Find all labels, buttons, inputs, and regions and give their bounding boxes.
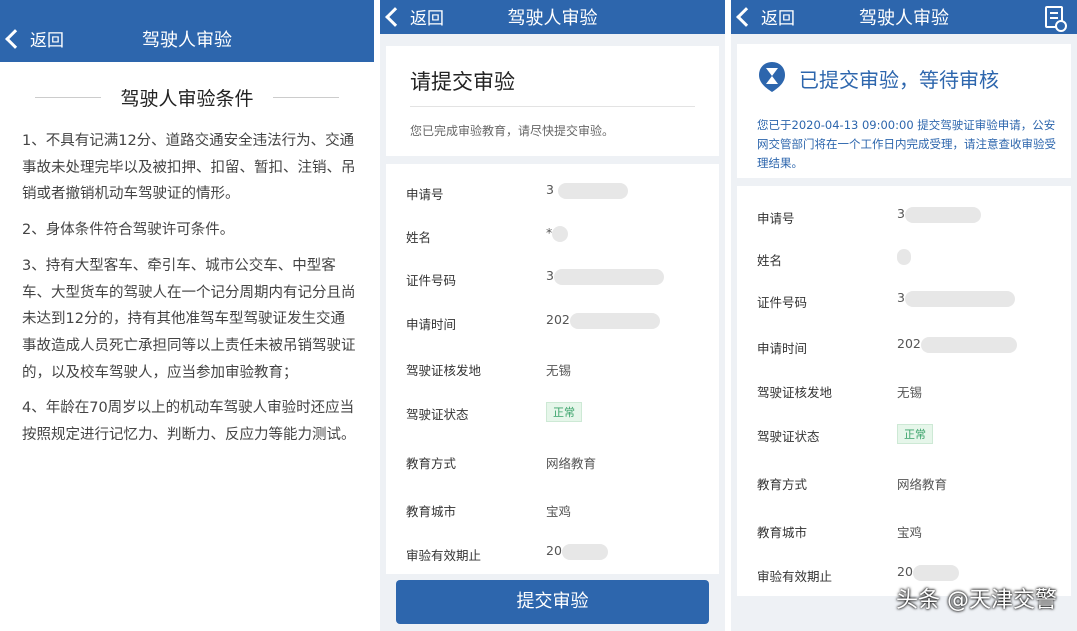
condition-item: 1、不具有记满12分、道路交通安全违法行为、交通事故未处理完毕以及被扣押、扣留、… [22, 133, 356, 203]
field-value-apply-time: 202 [546, 312, 660, 329]
field-value-education-method: 网络教育 [546, 456, 597, 471]
field-value-education-city: 宝鸡 [897, 525, 923, 540]
status-badge: 正常 [897, 424, 933, 444]
application-info-card: 申请号 3 姓名 证件号码 3 申请时间 202 驾驶证核发地 无锡 驾驶证状态… [737, 186, 1071, 596]
field-label: 驾驶证状态 [757, 429, 820, 444]
field-label: 申请号 [757, 211, 795, 226]
field-value-id-number: 3 [897, 290, 1015, 307]
pending-screen: 返回 驾驶人审验 已提交审验，等待审核 您已于2020-04-13 09:00:… [731, 0, 1077, 631]
divider [410, 106, 695, 107]
status-badge: 正常 [546, 402, 582, 422]
status-text: 您已于2020-04-13 09:00:00 提交驾驶证审验申请，公安网交管部门… [757, 118, 1056, 170]
submit-review-button[interactable]: 提交审验 [396, 580, 709, 624]
conditions-list: 1、不具有记满12分、道路交通安全违法行为、交通事故未处理完毕以及被扣押、扣留、… [22, 128, 356, 458]
page-title: 驾驶人审验 [859, 8, 949, 29]
field-label: 教育城市 [757, 525, 808, 540]
top-bar: 返回 驾驶人审验 [731, 0, 1077, 34]
document-search-icon[interactable] [1045, 6, 1067, 32]
field-value-application-number: 3 [546, 182, 628, 199]
field-value-issuing-place: 无锡 [546, 363, 572, 378]
condition-item: 2、身体条件符合驾驶许可条件。 [22, 222, 235, 239]
field-value-education-city: 宝鸡 [546, 504, 572, 519]
field-label: 申请号 [406, 187, 444, 202]
field-value-education-method: 网络教育 [897, 477, 948, 492]
field-value-application-number: 3 [897, 206, 981, 223]
submit-screen: 返回 驾驶人审验 请提交审验 您已完成审验教育，请尽快提交审验。 申请号 3 姓… [380, 0, 725, 631]
field-label: 审验有效期止 [757, 569, 833, 584]
field-value-issuing-place: 无锡 [897, 385, 923, 400]
submit-hint: 您已完成审验教育，请尽快提交审验。 [410, 124, 615, 138]
field-label: 教育城市 [406, 504, 457, 519]
field-label: 驾驶证核发地 [757, 385, 833, 400]
field-label: 证件号码 [757, 295, 808, 310]
page-title: 驾驶人审验 [142, 30, 232, 51]
top-bar: 返回 驾驶人审验 [0, 0, 374, 62]
field-label: 驾驶证核发地 [406, 363, 482, 378]
field-label: 证件号码 [406, 273, 457, 288]
submit-heading: 请提交审验 [410, 70, 515, 94]
field-value-name: * [546, 225, 569, 242]
field-value-expiry: 20 [897, 564, 959, 581]
field-value-expiry: 20 [546, 543, 608, 560]
field-label: 审验有效期止 [406, 548, 482, 563]
top-bar: 返回 驾驶人审验 [380, 0, 725, 34]
field-value-apply-time: 202 [897, 336, 1017, 353]
field-label: 申请时间 [406, 317, 457, 332]
page-title: 驾驶人审验 [507, 8, 598, 29]
watermark: 头条 @天津交警 [896, 588, 1057, 613]
hourglass-icon [759, 62, 785, 92]
field-label: 申请时间 [757, 341, 808, 356]
field-label: 驾驶证状态 [406, 407, 469, 422]
condition-item: 4、年龄在70周岁以上的机动车驾驶人审验时还应当按照规定进行记忆力、判断力、反应… [22, 400, 356, 444]
field-label: 教育方式 [757, 477, 808, 492]
application-info-card: 申请号 3 姓名 * 证件号码 3 申请时间 202 驾驶证核发地 无锡 驾驶证… [386, 164, 719, 574]
field-value-name [897, 248, 911, 265]
field-label: 姓名 [406, 230, 432, 245]
condition-item: 3、持有大型客车、牵引车、城市公交车、中型客车、大型货车的驾驶人在一个记分周期内… [22, 257, 356, 381]
field-label: 姓名 [757, 253, 783, 268]
submit-header-card: 请提交审验 您已完成审验教育，请尽快提交审验。 [386, 46, 719, 156]
status-card: 已提交审验，等待审核 您已于2020-04-13 09:00:00 提交驾驶证审… [737, 44, 1071, 178]
status-title: 已提交审验，等待审核 [799, 68, 999, 92]
field-label: 教育方式 [406, 456, 457, 471]
conditions-title: 驾驶人审验条件 [0, 84, 374, 111]
field-value-id-number: 3 [546, 268, 664, 285]
conditions-screen: 返回 驾驶人审验 驾驶人审验条件 1、不具有记满12分、道路交通安全违法行为、交… [0, 0, 374, 631]
